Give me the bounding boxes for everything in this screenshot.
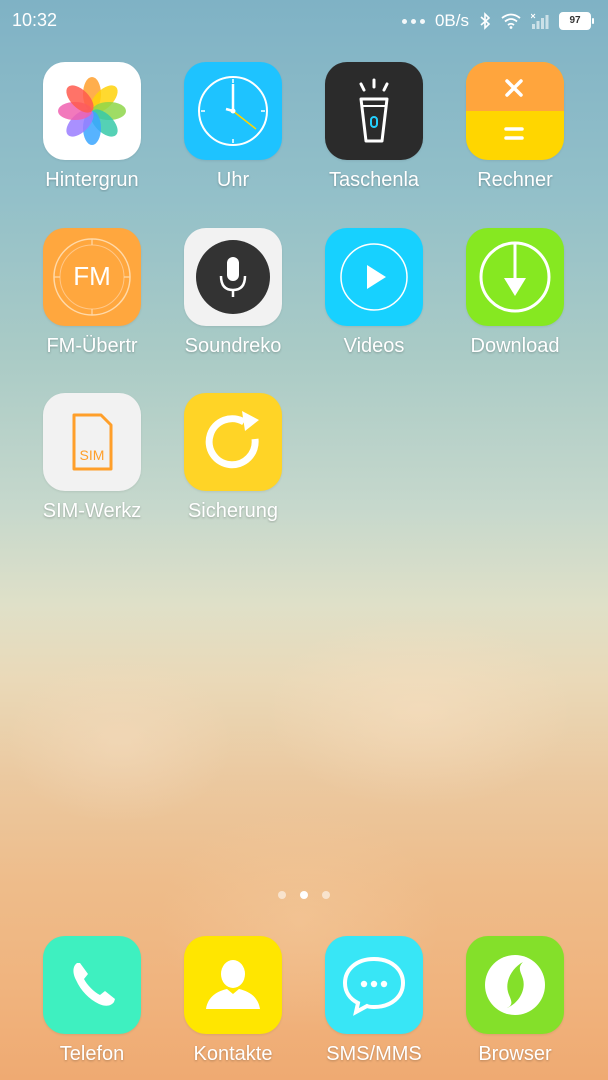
app-label: Browser	[478, 1043, 552, 1065]
app-label: Hintergrun	[45, 169, 139, 191]
app-sicherung[interactable]: Sicherung	[168, 393, 298, 523]
sim-card-icon: SIM	[43, 393, 141, 491]
message-icon	[325, 936, 423, 1034]
app-label: Download	[470, 335, 560, 357]
status-icons: 0B/s 97	[401, 10, 594, 32]
app-soundrekorder[interactable]: Soundreko	[168, 228, 298, 358]
app-fm-radio[interactable]: FM FM-Übertr	[27, 228, 157, 358]
dock-browser[interactable]: Browser	[450, 936, 580, 1066]
browser-icon	[466, 936, 564, 1034]
download-icon	[466, 228, 564, 326]
app-taschenlampe[interactable]: Taschenla	[309, 62, 439, 192]
battery-level: 97	[559, 12, 591, 30]
app-label: Taschenla	[328, 169, 420, 191]
backup-icon	[184, 393, 282, 491]
app-rechner[interactable]: Rechner	[450, 62, 580, 192]
dock-kontakte[interactable]: Kontakte	[168, 936, 298, 1066]
status-time: 10:32	[12, 10, 58, 30]
bluetooth-icon	[480, 12, 491, 30]
sim-text: SIM	[79, 447, 105, 463]
app-label: SIM-Werkz	[42, 500, 142, 522]
page-indicator	[0, 891, 608, 899]
app-label: Rechner	[477, 169, 553, 191]
microphone-icon	[184, 228, 282, 326]
more-dots-icon	[401, 18, 425, 24]
page-dot[interactable]	[278, 891, 286, 899]
app-label: Telefon	[59, 1043, 125, 1065]
app-label: Uhr	[216, 169, 250, 191]
flashlight-icon	[325, 62, 423, 160]
contact-icon	[184, 936, 282, 1034]
dock-telefon[interactable]: Telefon	[27, 936, 157, 1066]
page-dot[interactable]	[322, 891, 330, 899]
network-speed: 0B/s	[434, 11, 469, 30]
fm-radio-icon: FM	[43, 228, 141, 326]
app-hintergrund[interactable]: Hintergrun	[27, 62, 157, 192]
signal-icon	[531, 13, 549, 29]
app-label: Videos	[343, 335, 405, 357]
app-sim-werkzeuge[interactable]: SIM SIM-Werkz	[27, 393, 157, 523]
battery-icon: 97	[559, 12, 594, 30]
dock-sms-mms[interactable]: SMS/MMS	[309, 936, 439, 1066]
wallpaper-flower-icon	[43, 62, 141, 160]
app-label: Kontakte	[193, 1043, 273, 1065]
status-bar: 10:32 0B/s 97	[0, 0, 608, 42]
play-icon	[325, 228, 423, 326]
app-download[interactable]: Download	[450, 228, 580, 358]
calculator-icon	[466, 62, 564, 160]
phone-icon	[43, 936, 141, 1034]
app-label: Sicherung	[187, 500, 279, 522]
fm-text: FM	[73, 261, 111, 291]
app-label: SMS/MMS	[326, 1043, 422, 1065]
page-dot-active[interactable]	[300, 891, 308, 899]
clock-icon	[184, 62, 282, 160]
app-label: FM-Übertr	[46, 335, 138, 357]
app-label: Soundreko	[184, 335, 282, 357]
wifi-icon	[501, 13, 521, 29]
app-uhr[interactable]: Uhr	[168, 62, 298, 192]
app-videos[interactable]: Videos	[309, 228, 439, 358]
